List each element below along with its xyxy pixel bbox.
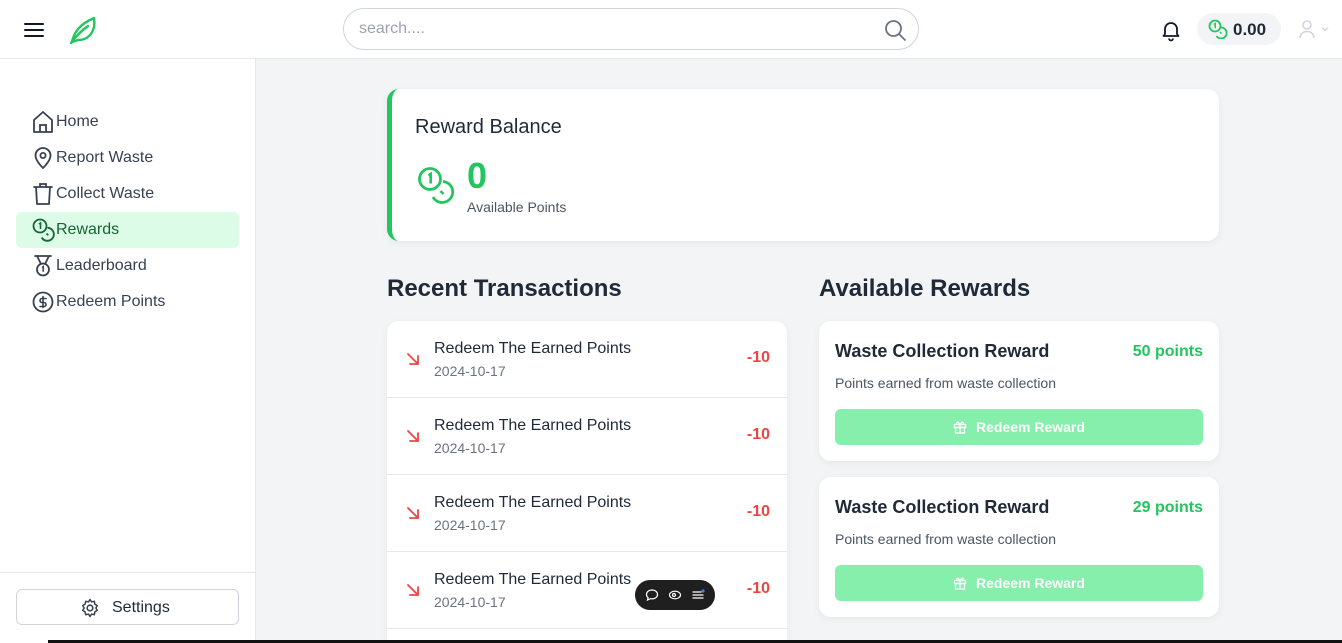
transaction-date: 2024-10-17 — [434, 517, 506, 533]
transaction-date: 2024-10-17 — [434, 363, 506, 379]
menu-icon[interactable] — [22, 18, 46, 42]
reward-balance-subtitle: Available Points — [467, 199, 567, 215]
sidebar-item-report-waste[interactable]: Report Waste — [16, 140, 239, 176]
reward-card: Waste Collection Reward 29 points Points… — [819, 477, 1219, 617]
sidebar-item-label: Home — [56, 113, 99, 130]
settings-label: Settings — [112, 599, 170, 616]
available-rewards-title: Available Rewards — [819, 275, 1031, 302]
gift-icon — [953, 421, 967, 434]
transaction-row: Redeem The Earned Points 2024-10-17 -10 — [387, 398, 787, 475]
sidebar-item-label: Report Waste — [56, 149, 154, 166]
reward-name: Waste Collection Reward — [835, 497, 1050, 517]
trash-icon — [33, 183, 53, 205]
transaction-amount: -10 — [746, 426, 770, 443]
sidebar: Home Report Waste Collect Waste Rewards … — [0, 59, 256, 643]
arrow-down-right-icon — [407, 584, 419, 596]
sidebar-item-home[interactable]: Home — [16, 104, 239, 140]
sidebar-item-label: Leaderboard — [56, 257, 147, 274]
settings-button[interactable]: Settings — [16, 589, 239, 625]
sidebar-item-label: Collect Waste — [56, 185, 155, 202]
coins-icon — [32, 218, 55, 242]
search-bar — [343, 8, 919, 50]
transaction-date: 2024-10-17 — [434, 440, 506, 456]
reward-card: Waste Collection Reward 50 points Points… — [819, 321, 1219, 461]
dollar-circle-icon — [32, 291, 54, 313]
list-icon[interactable] — [691, 588, 705, 602]
medal-icon — [34, 255, 52, 277]
reward-balance-value: 0 — [467, 155, 488, 196]
chevron-down-icon[interactable] — [1320, 24, 1330, 34]
reward-balance-card: Reward Balance 0 Available Points — [387, 89, 1219, 241]
sidebar-footer: Settings — [0, 572, 255, 643]
reward-description: Points earned from waste collection — [835, 531, 1056, 547]
transaction-amount: -10 — [746, 580, 770, 597]
eye-icon[interactable] — [668, 588, 682, 602]
chat-bubble-icon[interactable] — [645, 588, 659, 602]
reward-points: 50 points — [1132, 343, 1203, 360]
recent-transactions-title: Recent Transactions — [387, 275, 622, 302]
arrow-down-right-icon — [407, 353, 419, 365]
header-balance-value: 0.00 — [1233, 20, 1267, 39]
transaction-description: Redeem The Earned Points — [434, 494, 632, 511]
transactions-list: Redeem The Earned Points 2024-10-17 -10 … — [387, 321, 787, 643]
reward-name: Waste Collection Reward — [835, 341, 1050, 361]
header-balance[interactable]: 0.00 — [1197, 13, 1281, 45]
sidebar-item-leaderboard[interactable]: Leaderboard — [16, 248, 239, 284]
transaction-description: Redeem The Earned Points — [434, 417, 632, 434]
arrow-down-right-icon — [407, 430, 419, 442]
sidebar-item-label: Redeem Points — [56, 293, 166, 310]
search-input[interactable] — [359, 9, 879, 49]
bell-icon[interactable] — [1159, 18, 1183, 42]
transaction-amount: -10 — [746, 349, 770, 366]
transaction-date: 2024-10-17 — [434, 594, 506, 610]
sidebar-item-rewards[interactable]: Rewards — [16, 212, 239, 248]
transaction-row: Redeem The Earned Points 2024-10-17 -10 — [387, 552, 787, 629]
transaction-row: Redeem The Earned Points 2024-10-17 -10 — [387, 475, 787, 552]
user-icon[interactable] — [1298, 19, 1316, 39]
sidebar-item-redeem-points[interactable]: Redeem Points — [16, 284, 239, 320]
sidebar-item-label: Rewards — [56, 221, 120, 238]
coins-icon — [1208, 19, 1228, 39]
search-icon[interactable] — [883, 18, 907, 42]
transaction-amount: -10 — [746, 503, 770, 520]
transaction-description: Redeem The Earned Points — [434, 340, 632, 357]
transaction-description: Redeem The Earned Points — [434, 571, 632, 588]
gift-icon — [953, 577, 967, 590]
redeem-reward-label: Redeem Reward — [976, 419, 1085, 435]
gear-icon — [81, 598, 99, 618]
arrow-down-right-icon — [407, 507, 419, 519]
reward-points: 29 points — [1132, 499, 1203, 516]
transaction-row: Redeem The Earned Points 2024-10-17 -10 — [387, 321, 787, 398]
redeem-reward-button[interactable]: Redeem Reward — [835, 565, 1203, 601]
map-pin-icon — [34, 147, 52, 170]
top-header: 0.00 — [0, 0, 1342, 59]
coins-icon — [418, 167, 455, 204]
reward-description: Points earned from waste collection — [835, 375, 1056, 391]
floating-toolbar — [635, 580, 715, 610]
reward-balance-title: Reward Balance — [415, 116, 562, 138]
redeem-reward-button[interactable]: Redeem Reward — [835, 409, 1203, 445]
home-icon — [33, 111, 53, 133]
redeem-reward-label: Redeem Reward — [976, 575, 1085, 591]
leaf-logo-icon[interactable] — [66, 12, 100, 46]
sidebar-item-collect-waste[interactable]: Collect Waste — [16, 176, 239, 212]
